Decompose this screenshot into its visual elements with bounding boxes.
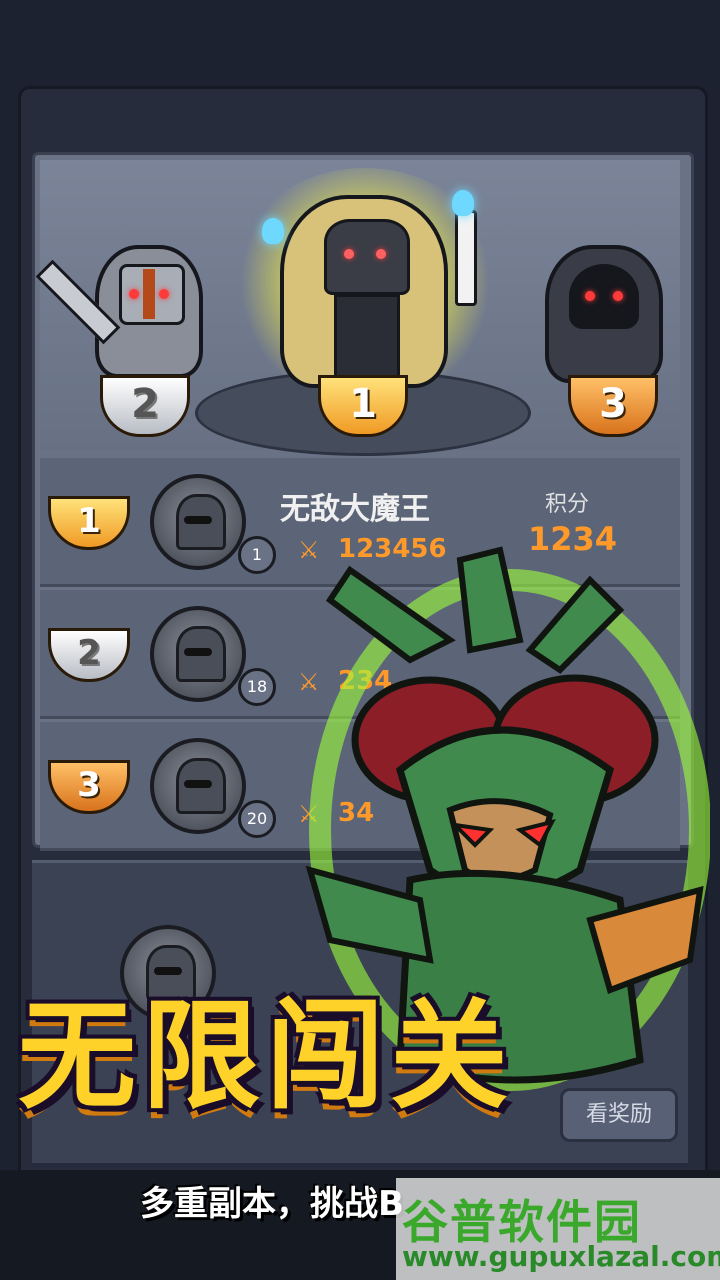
player-level: 20 [238, 800, 276, 838]
blue-flame [262, 218, 284, 244]
rank-medal: 1 [48, 496, 130, 550]
score-label: 积分 [545, 492, 590, 517]
player-level: 1 [238, 536, 276, 574]
player-avatar[interactable] [150, 606, 246, 702]
promo-title: 无限闯关 [18, 986, 515, 1125]
player-name: 无敌大魔王 [280, 492, 430, 527]
player-avatar[interactable] [150, 474, 246, 570]
knight-hero[interactable] [95, 245, 203, 378]
rank-medal: 3 [48, 760, 130, 814]
promo-subtitle: 多重副本，挑战B [140, 1184, 404, 1224]
player-level: 18 [238, 668, 276, 706]
antenna-right [456, 546, 524, 654]
antenna-left [325, 565, 456, 664]
rank-medal: 2 [48, 628, 130, 682]
watermark-url: www.gupuxlazal.com [402, 1240, 720, 1273]
sorceress-hero[interactable] [280, 195, 448, 388]
player-avatar[interactable] [150, 738, 246, 834]
blue-flame [452, 190, 474, 216]
candle-staff [455, 210, 477, 306]
hooded-hero[interactable] [545, 245, 663, 383]
